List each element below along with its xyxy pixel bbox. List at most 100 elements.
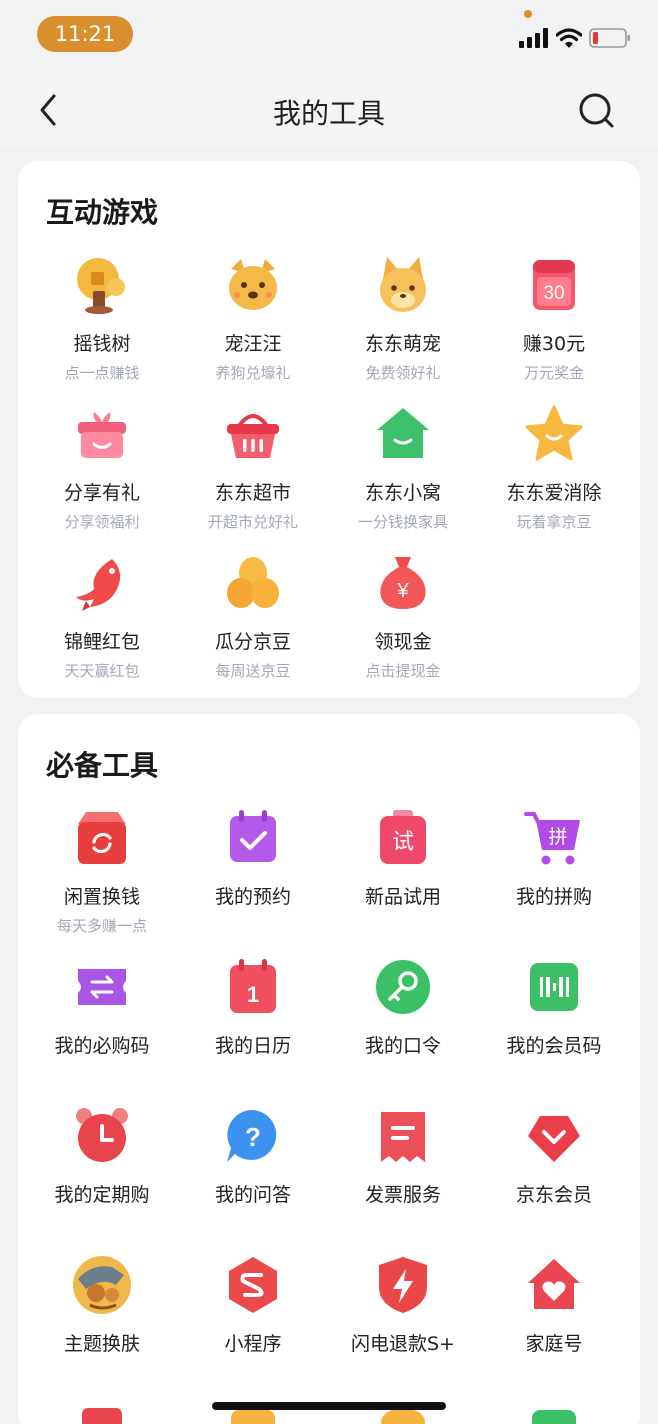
nav-bar: 我的工具 [0,70,658,148]
game-item-cash[interactable]: ¥ 领现金 点击提现金 [323,553,483,681]
tool-item-idle-trade[interactable]: 闲置换钱 每天多赚一点 [22,808,182,936]
tool-label: 主题换肤 [63,1333,140,1355]
tool-item-invoice[interactable]: 发票服务 [323,1106,483,1207]
tool-label: 我的会员码 [506,1035,602,1057]
calendar-check-icon [230,810,276,862]
tool-label: 闲置换钱 [63,886,140,908]
money-tree-icon [77,258,125,314]
money-bag-icon: ¥ [380,557,426,609]
mini-program-icon [229,1257,277,1313]
game-label: 分享有礼 [63,482,140,504]
tool-item-partial-4[interactable] [474,1404,634,1424]
game-item-eliminate[interactable]: 东东爱消除 玩着拿京豆 [474,404,634,532]
game-label: 宠汪汪 [224,333,282,355]
cart-badge: 拼 [548,826,567,848]
tool-label: 家庭号 [525,1333,583,1355]
tool-label: 我的预约 [214,886,291,908]
key-icon [376,960,430,1014]
game-label: 东东爱消除 [506,482,602,504]
tool-sub: 每天多赚一点 [56,917,147,935]
signal-icon [519,28,548,48]
invoice-icon [381,1112,425,1162]
tool-item-mini-program[interactable]: 小程序 [173,1255,333,1356]
game-item-dog[interactable]: 宠汪汪 养狗兑壕礼 [173,255,333,383]
tool-item-calendar[interactable]: 1 我的日历 [173,957,333,1058]
game-sub: 养狗兑壕礼 [215,364,291,382]
game-item-koi[interactable]: 锦鲤红包 天天赢红包 [22,553,182,681]
pet-icon [380,257,426,312]
game-label: 赚30元 [522,333,586,355]
games-section-title: 互动游戏 [46,196,159,229]
game-item-share-gift[interactable]: 分享有礼 分享领福利 [22,404,182,532]
partial-green-icon [532,1410,576,1424]
wifi-icon [556,28,582,48]
tool-item-partial-1[interactable] [22,1404,182,1424]
theme-avatar-icon [73,1256,131,1314]
status-bar: 11:21 [0,0,658,70]
tools-section-title: 必备工具 [46,749,159,782]
calendar-badge: 1 [247,982,259,1007]
game-item-money-tree[interactable]: 摇钱树 点一点赚钱 [22,255,182,383]
koi-icon [76,559,121,611]
tool-item-flash-refund[interactable]: 闪电退款S+ [323,1255,483,1356]
tool-item-jd-member[interactable]: 京东会员 [474,1106,634,1207]
game-item-house[interactable]: 东东小窝 一分钱换家具 [323,404,483,532]
basket-icon [227,414,279,458]
tool-item-trial[interactable]: 试 新品试用 [323,808,483,909]
ticket-icon [78,969,126,1005]
game-item-pet[interactable]: 东东萌宠 免费领好礼 [323,255,483,383]
calendar-30-icon: 30 [533,260,575,310]
game-sub: 免费领好礼 [365,364,441,382]
indicator-dot [524,10,532,18]
heart-badge-icon [528,1116,580,1162]
tool-label: 闪电退款S+ [351,1333,455,1355]
tool-item-qa[interactable]: ? 我的问答 [173,1106,333,1207]
dog-icon [229,259,277,310]
game-label: 领现金 [374,631,432,653]
star-icon [525,405,583,461]
tool-item-must-buy-code[interactable]: 我的必购码 [22,957,182,1058]
tool-item-reservation[interactable]: 我的预约 [173,808,333,909]
home-indicator[interactable] [212,1402,446,1410]
recycle-box-icon [78,812,126,864]
tool-label: 我的定期购 [54,1184,150,1206]
tool-item-family[interactable]: 家庭号 [474,1255,634,1356]
tool-label: 京东会员 [515,1184,592,1206]
status-time: 11:21 [37,16,133,52]
lightning-shield-icon [379,1257,427,1313]
game-item-earn-30[interactable]: 30 赚30元 万元奖金 [474,255,634,383]
tool-label: 小程序 [224,1333,282,1355]
game-sub: 一分钱换家具 [357,513,448,531]
tool-item-member-code[interactable]: 我的会员码 [474,957,634,1058]
tool-item-subscription[interactable]: 我的定期购 [22,1106,182,1207]
game-sub: 万元奖金 [523,364,584,382]
tool-label: 我的口令 [364,1035,441,1057]
battery-icon [589,28,630,48]
gift-box-icon [78,412,126,458]
question-bubble-icon: ? [227,1109,277,1162]
trial-badge: 试 [392,830,414,855]
game-sub: 天天赢红包 [64,662,140,680]
game-sub: 点击提现金 [365,662,441,680]
game-sub: 开超市兑好礼 [207,513,298,531]
search-icon[interactable] [576,90,616,130]
game-label: 锦鲤红包 [63,631,140,653]
game-item-beans[interactable]: 瓜分京豆 每周送京豆 [173,553,333,681]
game-label: 东东萌宠 [364,333,441,355]
tool-item-group-buy[interactable]: 拼 我的拼购 [474,808,634,909]
game-sub: 每周送京豆 [215,662,291,680]
tool-item-passcode[interactable]: 我的口令 [323,957,483,1058]
barcode-icon [530,963,578,1011]
tool-item-theme[interactable]: 主题换肤 [22,1255,182,1356]
tools-card: 必备工具 闲置换钱 每天多赚一点 我的预约 试 新品试用 拼 我的拼购 我的必购… [18,714,640,1424]
partial-calendar-icon [82,1408,122,1424]
tool-label: 我的必购码 [54,1035,150,1057]
alarm-clock-icon [76,1108,128,1162]
game-label: 东东超市 [214,482,291,504]
tool-label: 发票服务 [364,1184,441,1206]
game-label: 摇钱树 [73,333,131,355]
tool-label: 我的日历 [214,1035,291,1057]
game-item-supermarket[interactable]: 东东超市 开超市兑好礼 [173,404,333,532]
calendar-30-badge: 30 [543,283,564,304]
beans-icon [227,557,279,608]
